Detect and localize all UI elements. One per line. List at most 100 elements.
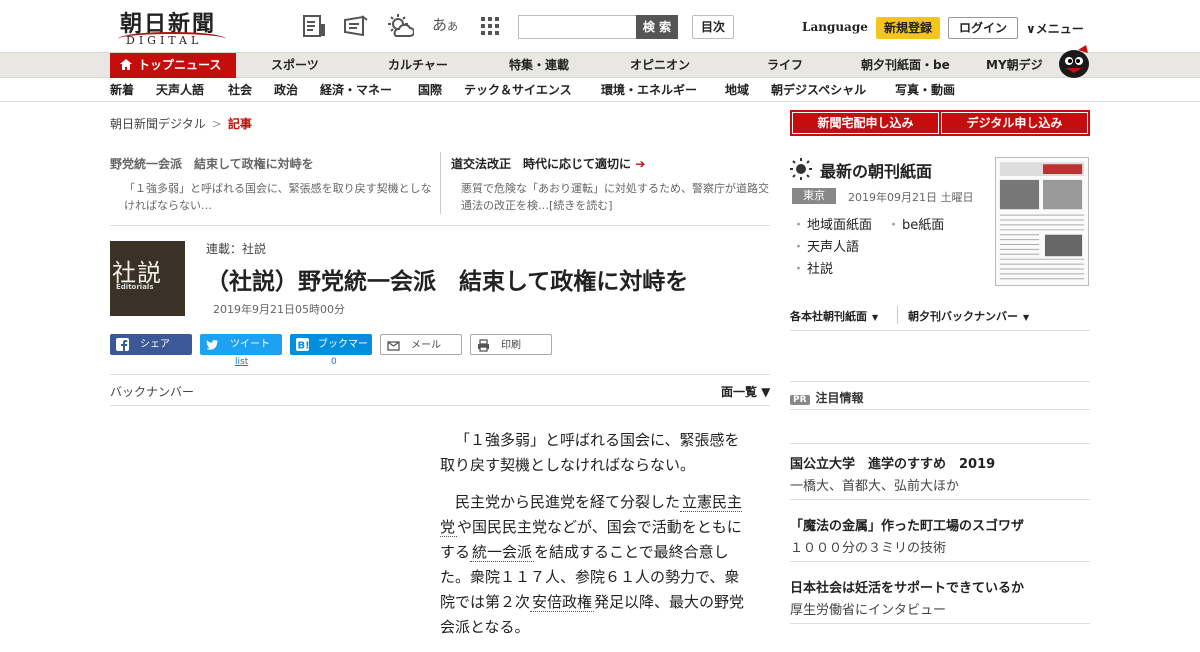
latest-edition-title[interactable]: 最新の朝刊紙面 xyxy=(820,158,932,182)
editorial-thumbnail: 社説 Editorials xyxy=(110,241,185,316)
caret-down-icon: ▼ xyxy=(1023,313,1030,322)
tweet-label: ツイート xyxy=(230,339,270,350)
nav-print-edition[interactable]: 朝夕刊紙面・be xyxy=(861,53,950,78)
related-desc: 「１強多弱」と呼ばれる国会に、緊張感を取り戻す契機としなければならない… xyxy=(124,182,432,212)
svg-text:B!: B! xyxy=(298,341,310,352)
pr-badge: PR xyxy=(790,395,810,405)
divider xyxy=(110,225,770,226)
promo-title[interactable]: 日本社会は妊活をサポートできているか xyxy=(790,577,1024,596)
promo-subtitle[interactable]: 一橋大、首都大、弘前大ほか xyxy=(790,475,959,494)
nav-tech-science[interactable]: テック＆サイエンス xyxy=(464,79,572,101)
print-button[interactable]: 印刷 xyxy=(470,334,552,355)
divider xyxy=(790,443,1090,444)
related-title[interactable]: 道交法改正 時代に応じて適切に ➔ xyxy=(451,155,769,172)
article-body: 「１強多弱」と呼ばれる国会に、緊張感を取り戻す契機としなければならない。 民主党… xyxy=(440,428,752,652)
thumbnail-caption: Editorials xyxy=(116,283,154,291)
keyword-link[interactable]: 統一会派 xyxy=(470,543,535,562)
nav-economy[interactable]: 経済・マネー xyxy=(320,79,392,101)
register-button[interactable]: 新規登録 xyxy=(876,17,940,39)
editorial-link[interactable]: 社説 xyxy=(792,258,833,277)
be-page-link[interactable]: be紙面 xyxy=(887,214,944,233)
breadcrumb-current[interactable]: 記事 xyxy=(228,117,252,131)
bookmark-count[interactable]: 0 xyxy=(331,357,337,367)
tenseijingo-link[interactable]: 天声人語 xyxy=(792,236,859,255)
nav-features[interactable]: 特集・連載 xyxy=(509,53,569,78)
hatena-label: ブックマーク xyxy=(318,339,368,371)
divider xyxy=(110,405,770,406)
facebook-icon xyxy=(116,338,129,351)
divider xyxy=(790,409,1090,410)
paper-view-icon[interactable] xyxy=(300,12,328,40)
backnumber-dropdown[interactable]: 朝夕刊バックナンバー ▼ xyxy=(908,308,1029,324)
nav-new[interactable]: 新着 xyxy=(110,79,134,101)
nav-society[interactable]: 社会 xyxy=(228,79,252,101)
search-button[interactable]: 検 索 xyxy=(636,15,678,39)
nav-photo-video[interactable]: 写真・動画 xyxy=(895,79,955,101)
article-paragraph: 「１強多弱」と呼ばれる国会に、緊張感を取り戻す契機としなければならない。 xyxy=(440,431,740,474)
mail-label: メール xyxy=(411,340,441,351)
contents-button[interactable]: 目次 xyxy=(692,15,734,39)
promo-title[interactable]: 「魔法の金属」作った町工場のスゴワザ xyxy=(790,515,1024,534)
hatena-bookmark-button[interactable]: B! ブックマーク xyxy=(290,334,372,371)
nav-life[interactable]: ライフ xyxy=(767,53,803,78)
nav-sports[interactable]: スポーツ xyxy=(271,53,319,78)
tab-label: 各本社朝刊紙面 xyxy=(790,310,867,323)
nav-my-asahi[interactable]: MY朝デジ xyxy=(986,53,1043,78)
promo-subtitle[interactable]: １０００分の３ミリの技術 xyxy=(790,537,946,556)
nav-regional[interactable]: 地域 xyxy=(725,79,749,101)
font-size-small-label: あ xyxy=(447,20,459,33)
regional-editions-dropdown[interactable]: 各本社朝刊紙面 ▼ xyxy=(790,308,878,324)
breadcrumb-root[interactable]: 朝日新聞デジタル xyxy=(110,117,206,131)
related-title[interactable]: 野党統一会派 結束して政権に対峙を xyxy=(110,155,440,172)
menu-button[interactable]: ∨メニュー xyxy=(1026,20,1084,37)
publish-date: 2019年9月21日05時00分 xyxy=(213,303,345,316)
nav-international[interactable]: 国際 xyxy=(418,79,442,101)
nav-culture[interactable]: カルチャー xyxy=(388,53,448,78)
weather-icon[interactable] xyxy=(386,12,415,40)
promo-subtitle[interactable]: 厚生労働省にインタビュー xyxy=(790,599,946,618)
page-list-dropdown[interactable]: 面一覧 ▼ xyxy=(721,383,770,400)
language-link[interactable]: Language xyxy=(802,20,868,34)
tweet-button[interactable]: ツイート xyxy=(200,334,282,355)
site-logo[interactable]: 朝日新聞 DIGITAL xyxy=(112,6,232,48)
nav-politics[interactable]: 政治 xyxy=(274,79,298,101)
keyword-link[interactable]: 安倍政権 xyxy=(530,593,595,612)
related-desc: 悪質で危険な「あおり運転」に対処するため、警察庁が道路交通法の改正を検…[続きを… xyxy=(461,182,769,212)
series-label[interactable]: 連載：社説 xyxy=(206,240,266,257)
tweet-count[interactable]: list xyxy=(235,357,248,367)
login-button[interactable]: ログイン xyxy=(948,17,1018,39)
search-input[interactable] xyxy=(518,15,636,39)
pr-header: PR 注目情報 xyxy=(790,389,864,406)
nav-top-news[interactable]: トップニュース xyxy=(110,53,236,78)
promo-title[interactable]: 国公立大学 進学のすすめ 2019 xyxy=(790,453,995,472)
newsletter-icon[interactable] xyxy=(342,12,370,40)
divider xyxy=(790,381,1090,382)
region-badge: 東京 xyxy=(792,188,836,204)
nav-top-news-label: トップニュース xyxy=(138,58,222,72)
nav-environment[interactable]: 環境・エネルギー xyxy=(601,79,697,101)
share-label: シェア xyxy=(140,339,170,350)
related-article[interactable]: 道交法改正 時代に応じて適切に ➔ 悪質で危険な「あおり運転」に対処するため、警… xyxy=(451,155,769,214)
mascot-icon[interactable] xyxy=(1056,44,1092,78)
nav-tenseijingo[interactable]: 天声人語 xyxy=(156,79,204,101)
related-article[interactable]: 野党統一会派 結束して政権に対峙を 「１強多弱」と呼ばれる国会に、緊張感を取り戻… xyxy=(110,155,440,214)
breadcrumb-separator: > xyxy=(211,117,222,131)
apps-grid-icon[interactable] xyxy=(476,12,504,40)
related-divider xyxy=(440,152,441,214)
hatena-icon: B! xyxy=(296,338,309,351)
font-size-toggle[interactable]: ああ xyxy=(432,14,458,35)
site-header: 朝日新聞 DIGITAL ああ 検 索 目次 Language 新規登録 ログイ… xyxy=(0,0,1200,52)
print-label: 印刷 xyxy=(501,340,521,351)
newspaper-thumbnail[interactable] xyxy=(995,157,1089,286)
nav-special[interactable]: 朝デジスペシャル xyxy=(771,79,866,101)
divider xyxy=(790,623,1090,624)
arrow-right-icon: ➔ xyxy=(635,157,646,171)
subscribe-digital-button[interactable]: デジタル申し込み xyxy=(939,110,1090,136)
regional-page-link[interactable]: 地域面紙面 xyxy=(792,214,872,233)
nav-opinion[interactable]: オピニオン xyxy=(630,53,690,78)
mail-button[interactable]: メール xyxy=(380,334,462,355)
subscribe-paper-button[interactable]: 新聞宅配申し込み xyxy=(790,110,941,136)
backnumber-link[interactable]: バックナンバー xyxy=(110,383,194,400)
facebook-share-button[interactable]: シェア xyxy=(110,334,192,355)
divider xyxy=(790,561,1090,562)
